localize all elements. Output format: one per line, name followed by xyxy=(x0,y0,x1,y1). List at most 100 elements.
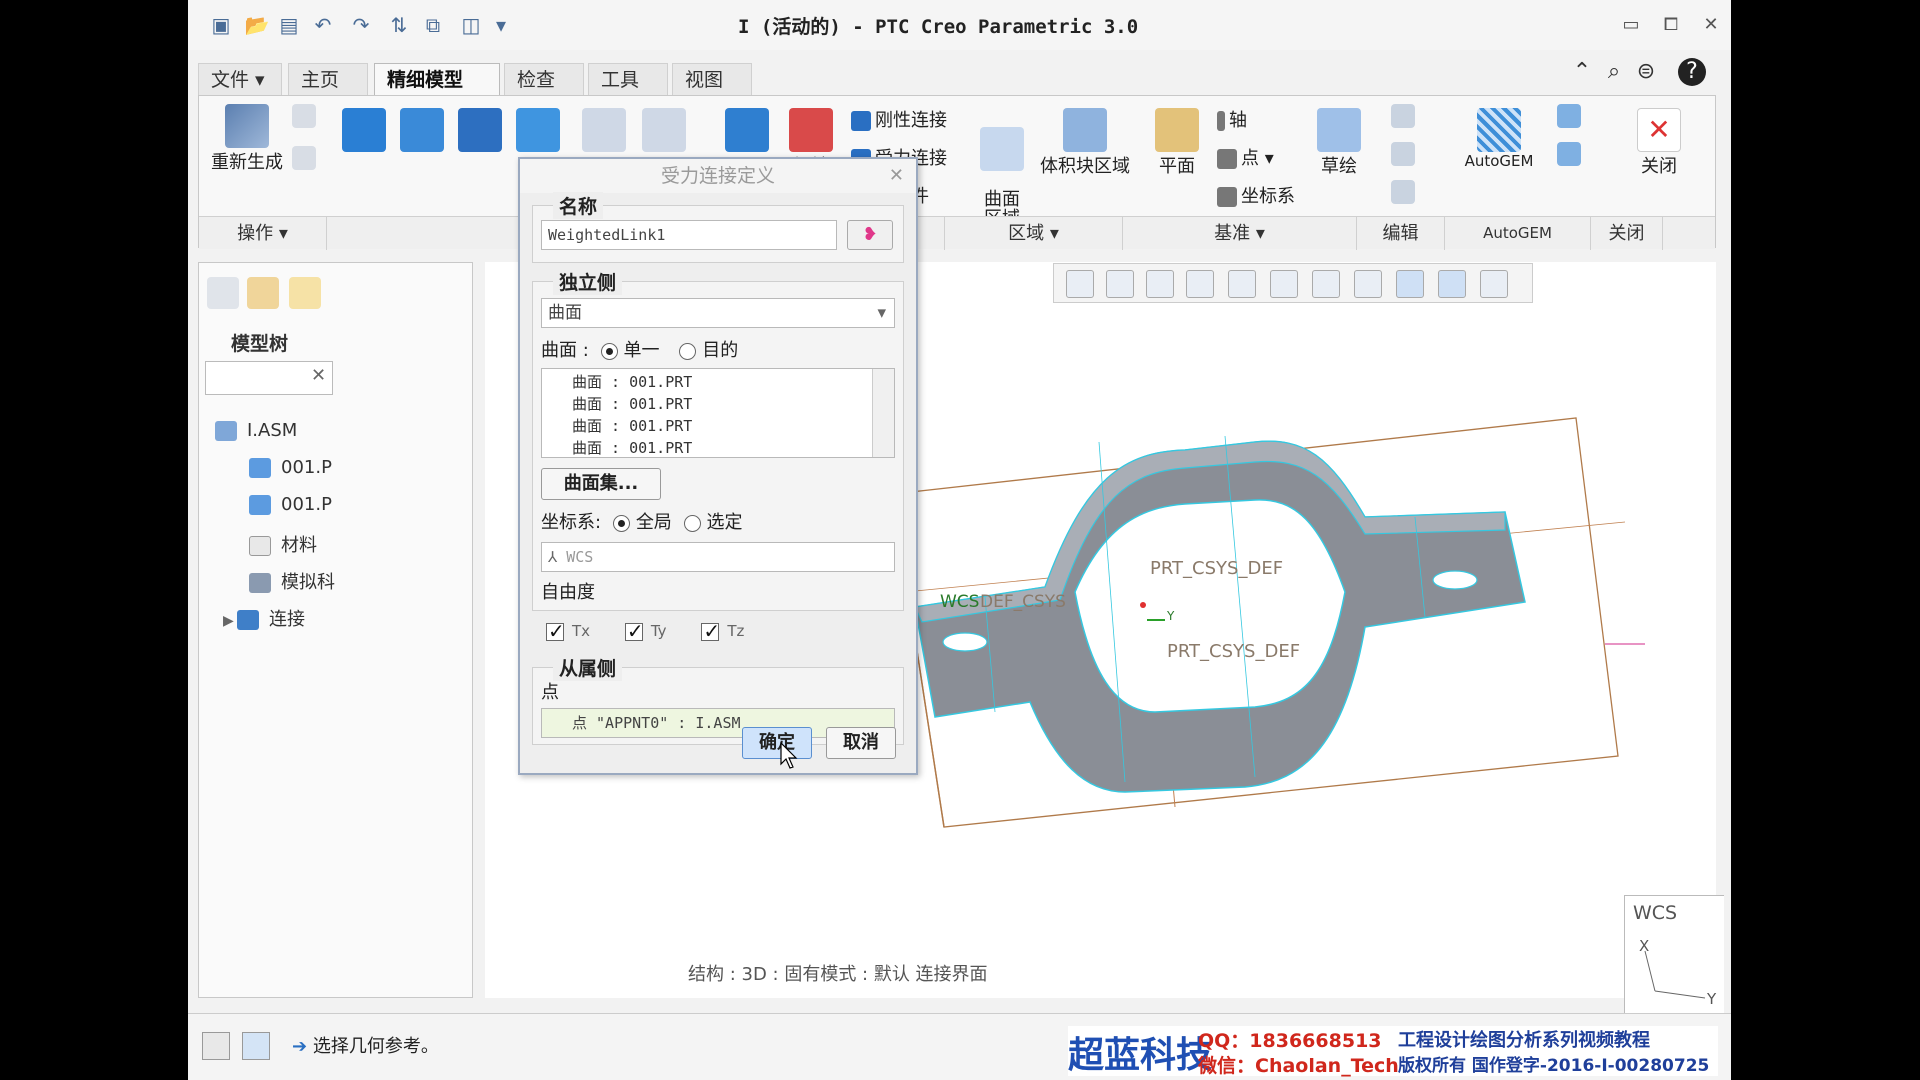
favorites-tab-icon[interactable] xyxy=(289,277,321,309)
copyright-notice: 版权所有 国作登字-2016-I-00280725 xyxy=(1398,1056,1710,1076)
destination-radio[interactable] xyxy=(679,342,697,360)
zoom-in-icon[interactable] xyxy=(1106,270,1134,298)
axis-button[interactable]: 轴 xyxy=(1217,106,1247,132)
tz-checkbox[interactable] xyxy=(701,619,720,643)
shell-pair-button[interactable] xyxy=(639,108,689,152)
cancel-button[interactable]: 取消 xyxy=(826,727,896,759)
close-window-quick-icon[interactable]: ◫ xyxy=(458,12,484,38)
tab-tools[interactable]: 工具 xyxy=(588,63,668,95)
tree-item-simulation[interactable]: 模拟科 xyxy=(249,568,335,594)
tree-item-asm[interactable]: I.ASM xyxy=(215,420,297,441)
simulation-display-icon[interactable] xyxy=(1396,270,1424,298)
prt-csys-def-label-2: PRT_CSYS_DEF xyxy=(1167,641,1300,662)
close-ribbon-button[interactable]: ✕ 关闭 xyxy=(1629,108,1689,178)
global-radio[interactable] xyxy=(612,514,630,532)
clear-search-icon[interactable]: ✕ xyxy=(311,365,326,386)
surface-list[interactable]: 曲面 : 001.PRT 曲面 : 001.PRT 曲面 : 001.PRT 曲… xyxy=(541,368,895,458)
collapse-ribbon-icon[interactable]: ⌃ xyxy=(1568,58,1596,86)
beam-button[interactable] xyxy=(579,108,629,152)
redo-icon[interactable]: ↷ xyxy=(348,12,374,38)
ty-checkbox[interactable] xyxy=(624,619,644,643)
refit-icon[interactable] xyxy=(1066,270,1094,298)
tab-view[interactable]: 视图 xyxy=(672,63,752,95)
tab-home[interactable]: 主页 xyxy=(288,63,368,95)
repaint-icon[interactable] xyxy=(1186,270,1214,298)
zoom-out-icon[interactable] xyxy=(1146,270,1174,298)
surface-list-item[interactable]: 曲面 : 001.PRT xyxy=(572,437,692,458)
csys-button[interactable]: 坐标系 xyxy=(1217,182,1295,208)
point-button[interactable]: 点 ▾ xyxy=(1217,144,1274,170)
single-radio[interactable] xyxy=(600,342,618,360)
search-icon[interactable]: ⌕ xyxy=(1600,58,1628,86)
tree-item-connections[interactable]: ▶ 连接 xyxy=(223,605,305,631)
annotation-display-icon[interactable] xyxy=(1438,270,1466,298)
shell-button[interactable] xyxy=(513,108,563,152)
spring-button[interactable] xyxy=(397,108,447,152)
expand-arrow-icon[interactable]: ▶ xyxy=(223,613,237,629)
name-field[interactable]: WeightedLink1 xyxy=(541,220,837,250)
csys-field[interactable]: ⅄ WCS xyxy=(541,542,895,572)
show-navigator-icon[interactable] xyxy=(202,1032,230,1060)
rigid-link-button[interactable]: 刚性连接 xyxy=(851,106,947,132)
view-manager-icon[interactable] xyxy=(1312,270,1340,298)
open-icon[interactable]: 📂 xyxy=(244,12,270,38)
name-color-button[interactable]: ❥ xyxy=(847,220,893,250)
copy-button[interactable] xyxy=(291,104,317,128)
tree-item-part-2[interactable]: 001.P xyxy=(249,494,332,515)
force-load-button[interactable] xyxy=(339,108,389,152)
regenerate-quick-icon[interactable]: ⇅ xyxy=(386,12,412,38)
community-icon[interactable]: ⊜ xyxy=(1632,58,1660,86)
surface-list-scrollbar[interactable] xyxy=(872,369,894,457)
display-style-icon[interactable] xyxy=(1228,270,1256,298)
ok-button[interactable]: 确定 xyxy=(742,727,812,759)
model-tree-tab-icon[interactable] xyxy=(207,277,239,309)
surface-set-button[interactable]: 曲面集... xyxy=(541,468,661,500)
edit-tool-3[interactable] xyxy=(1389,180,1417,204)
tx-checkbox[interactable] xyxy=(546,619,565,643)
folder-browser-tab-icon[interactable] xyxy=(247,277,279,309)
saved-orientations-icon[interactable] xyxy=(1270,270,1298,298)
dialog-close-icon[interactable]: ✕ xyxy=(889,165,904,186)
sketch-button[interactable]: 草绘 xyxy=(1309,108,1369,178)
chevron-down-icon: ▾ xyxy=(877,303,886,323)
plane-button[interactable]: 平面 xyxy=(1147,108,1207,178)
edit-tool-2[interactable] xyxy=(1389,142,1417,166)
tree-item-materials[interactable]: 材料 xyxy=(249,531,317,557)
mass-button[interactable] xyxy=(455,108,505,152)
selected-radio[interactable] xyxy=(683,514,701,532)
windows-icon[interactable]: ⧉ xyxy=(420,12,446,38)
show-browser-icon[interactable] xyxy=(242,1032,270,1060)
regenerate-button[interactable]: 重新生成 xyxy=(207,104,287,174)
mesh-tool-2[interactable] xyxy=(1555,142,1583,166)
group-regions[interactable]: 区域 ▾ xyxy=(945,217,1123,250)
help-icon[interactable]: ? xyxy=(1678,58,1706,86)
datum-display-icon[interactable] xyxy=(1354,270,1382,298)
app-menu-icon[interactable]: ▣ xyxy=(208,12,234,38)
minimize-icon[interactable]: ▭ xyxy=(1618,12,1644,38)
tab-file[interactable]: 文件 ▾ xyxy=(198,63,282,95)
autogem-button[interactable]: AutoGEM xyxy=(1461,108,1537,170)
group-autogem: AutoGEM xyxy=(1445,217,1591,250)
surface-list-item[interactable]: 曲面 : 001.PRT xyxy=(572,393,692,414)
undo-icon[interactable]: ↶ xyxy=(310,12,336,38)
volume-region-button[interactable]: 体积块区域 xyxy=(1033,108,1137,178)
status-bar: ➔ 选择几何参考。 超蓝科技 QQ：1836668513 微信：Chaolan_… xyxy=(188,1013,1731,1080)
group-edit: 编辑 xyxy=(1357,217,1445,250)
surface-list-item[interactable]: 曲面 : 001.PRT xyxy=(572,371,692,392)
surface-region-button[interactable]: 曲面 区域 xyxy=(977,108,1027,228)
group-datum[interactable]: 基准 ▾ xyxy=(1123,217,1357,250)
spin-center-icon[interactable] xyxy=(1480,270,1508,298)
tab-refine-model[interactable]: 精细模型 xyxy=(374,63,500,95)
close-icon[interactable]: ✕ xyxy=(1698,12,1724,38)
tab-inspect[interactable]: 检查 xyxy=(504,63,584,95)
customize-quick-access-icon[interactable]: ▾ xyxy=(488,12,514,38)
edit-tool-1[interactable] xyxy=(1389,104,1417,128)
group-operations[interactable]: 操作 ▾ xyxy=(199,217,327,250)
mesh-tool-1[interactable] xyxy=(1555,104,1583,128)
tree-item-part-1[interactable]: 001.P xyxy=(249,457,332,478)
independent-type-select[interactable]: 曲面 ▾ xyxy=(541,298,895,328)
surface-list-item[interactable]: 曲面 : 001.PRT xyxy=(572,415,692,436)
paste-button[interactable] xyxy=(291,146,317,170)
save-icon[interactable]: ▤ xyxy=(276,12,302,38)
maximize-icon[interactable]: ⧠ xyxy=(1658,12,1684,38)
